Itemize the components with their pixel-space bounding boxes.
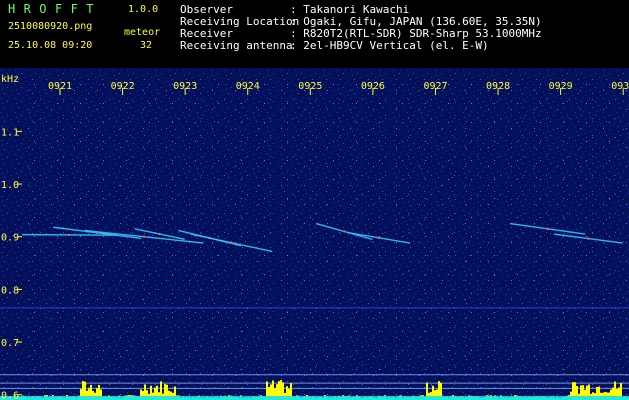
y-tick-label: 1.0 bbox=[1, 180, 19, 191]
y-tick-label: 0.6 bbox=[1, 391, 19, 400]
x-tick-label: 0930 bbox=[611, 81, 629, 92]
app-title: H R O F F T bbox=[8, 2, 95, 16]
meteor-head bbox=[546, 227, 549, 231]
x-tick-label: 0926 bbox=[361, 81, 385, 92]
meta-key-antenna: Receiving antenna bbox=[180, 39, 293, 52]
meteor-count: 32 bbox=[140, 40, 153, 51]
x-tick-label: 0928 bbox=[486, 81, 510, 92]
meteor-head bbox=[587, 237, 590, 240]
baseline-band bbox=[0, 396, 629, 400]
x-tick-label: 0924 bbox=[236, 81, 260, 92]
meteor-head bbox=[142, 235, 146, 238]
meteor-label: meteor bbox=[124, 27, 161, 38]
meta-value-antenna: : 2el-HB9CV Vertical (el. E-W) bbox=[290, 39, 489, 52]
datetime: 25.10.08 09:20 bbox=[8, 40, 93, 51]
x-tick-label: 0922 bbox=[111, 81, 135, 92]
app-version: 1.0.0 bbox=[128, 4, 159, 15]
meteor-head bbox=[230, 241, 233, 244]
y-axis-label: kHz bbox=[1, 74, 19, 85]
x-tick-label: 0929 bbox=[549, 81, 573, 92]
spectrogram-chart: 0921 0922 0923 0924 0925 0926 0927 0928 0929 0930… bbox=[0, 68, 629, 400]
meteor-head bbox=[343, 230, 346, 233]
x-tick-label: 0923 bbox=[173, 81, 197, 92]
plot-noise-layer bbox=[22, 84, 629, 400]
meteor-head bbox=[377, 236, 380, 239]
info-header: H R O F F T 1.0.0 2510080920.png 25.10.0… bbox=[0, 0, 629, 68]
y-tick-label: 0.8 bbox=[1, 285, 19, 296]
y-tick-label: 0.7 bbox=[1, 338, 19, 349]
x-tick-label: 0925 bbox=[298, 81, 322, 92]
meteor-head bbox=[158, 232, 161, 236]
y-tick-label: 1.1 bbox=[1, 127, 19, 138]
meteor-head bbox=[67, 233, 71, 237]
file-name: 2510080920.png bbox=[8, 21, 93, 32]
x-tick-label: 0921 bbox=[48, 81, 72, 92]
y-tick-label: 0.9 bbox=[1, 233, 19, 244]
x-tick-label: 0927 bbox=[423, 81, 447, 92]
